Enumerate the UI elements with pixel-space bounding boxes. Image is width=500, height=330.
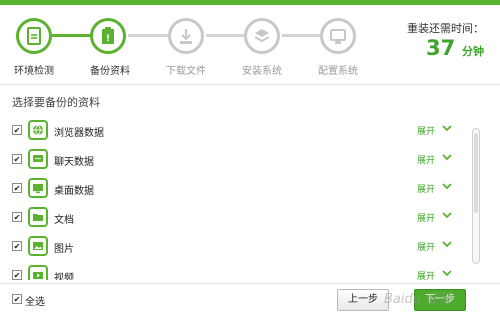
svg-text:!: !: [106, 34, 110, 44]
backup-item-list: ✔ 浏览器数据 展开 ✔ 聊天数据 展开 ✔ 桌面数据 展开 ✔ 文档 展开 ✔…: [8, 116, 484, 280]
remaining-time-label: 重装还需时间：: [407, 22, 484, 35]
expand-link[interactable]: 展开: [417, 182, 435, 195]
chevron-down-icon[interactable]: [440, 121, 454, 135]
step-4-circle: [244, 18, 280, 54]
item-checkbox[interactable]: ✔: [12, 212, 22, 222]
item-checkbox[interactable]: ✔: [12, 125, 22, 135]
step-1-label: 环境检测: [14, 66, 54, 77]
download-icon: [180, 29, 192, 44]
step-connector-4: [282, 34, 320, 37]
chat-icon: [28, 149, 48, 169]
configure-icon: [330, 29, 346, 44]
item-name: 图片: [54, 244, 74, 255]
item-checkbox[interactable]: ✔: [12, 154, 22, 164]
video-icon: [28, 265, 48, 280]
chevron-down-icon[interactable]: [440, 237, 454, 251]
item-name: 文档: [54, 215, 74, 226]
expand-link[interactable]: 展开: [417, 124, 435, 137]
step-3-circle: [168, 18, 204, 54]
select-all-checkbox[interactable]: ✔: [12, 294, 22, 304]
backup-icon: !: [102, 27, 114, 44]
expand-link[interactable]: 展开: [417, 153, 435, 166]
progress-stepper: ! 环境检测 备份资料 下载文件 安装系统 配置系统: [0, 5, 500, 85]
step-5-circle: [320, 18, 356, 54]
remaining-time-unit: 分钟: [462, 45, 484, 58]
item-checkbox[interactable]: ✔: [12, 241, 22, 251]
item-name: 视频: [54, 273, 74, 280]
step-connector-1: [52, 34, 90, 37]
list-item: ✔ 视频 展开: [8, 261, 484, 280]
previous-step-button[interactable]: 上一步: [337, 289, 389, 311]
step-2-circle: !: [90, 18, 126, 54]
monitor-icon: [28, 178, 48, 198]
step-connector-3: [206, 34, 244, 37]
scrollbar-thumb[interactable]: [474, 133, 478, 213]
section-title: 选择要备份的资料: [12, 96, 100, 109]
remaining-time-value: 37: [426, 36, 456, 60]
list-scrollbar[interactable]: [472, 128, 480, 264]
select-all-label[interactable]: 全选: [25, 293, 45, 308]
expand-link[interactable]: 展开: [417, 211, 435, 224]
step-4-label: 安装系统: [242, 66, 282, 77]
item-name: 桌面数据: [54, 186, 94, 197]
globe-icon: [28, 120, 48, 140]
list-item: ✔ 桌面数据 展开: [8, 174, 484, 203]
step-5-label: 配置系统: [318, 66, 358, 77]
install-layers-icon: [254, 29, 270, 43]
item-checkbox[interactable]: ✔: [12, 183, 22, 193]
chevron-down-icon[interactable]: [440, 266, 454, 280]
document-icon: [27, 27, 41, 45]
item-checkbox[interactable]: ✔: [12, 270, 22, 280]
step-1-circle: [16, 18, 52, 54]
expand-link[interactable]: 展开: [417, 269, 435, 280]
baidu-watermark: Baidu 经验: [384, 292, 452, 307]
header-divider: [0, 84, 500, 85]
list-item: ✔ 聊天数据 展开: [8, 145, 484, 174]
folder-icon: [28, 207, 48, 227]
item-name: 聊天数据: [54, 157, 94, 168]
image-icon: [28, 236, 48, 256]
expand-link[interactable]: 展开: [417, 240, 435, 253]
chevron-down-icon[interactable]: [440, 150, 454, 164]
step-3-label: 下载文件: [166, 66, 206, 77]
list-item: ✔ 文档 展开: [8, 203, 484, 232]
step-connector-2: [128, 34, 168, 37]
item-name: 浏览器数据: [54, 128, 104, 139]
footer-divider: [0, 283, 500, 284]
chevron-down-icon[interactable]: [440, 208, 454, 222]
chevron-down-icon[interactable]: [440, 179, 454, 193]
step-2-label: 备份资料: [90, 66, 130, 77]
list-item: ✔ 图片 展开: [8, 232, 484, 261]
list-item: ✔ 浏览器数据 展开: [8, 116, 484, 145]
